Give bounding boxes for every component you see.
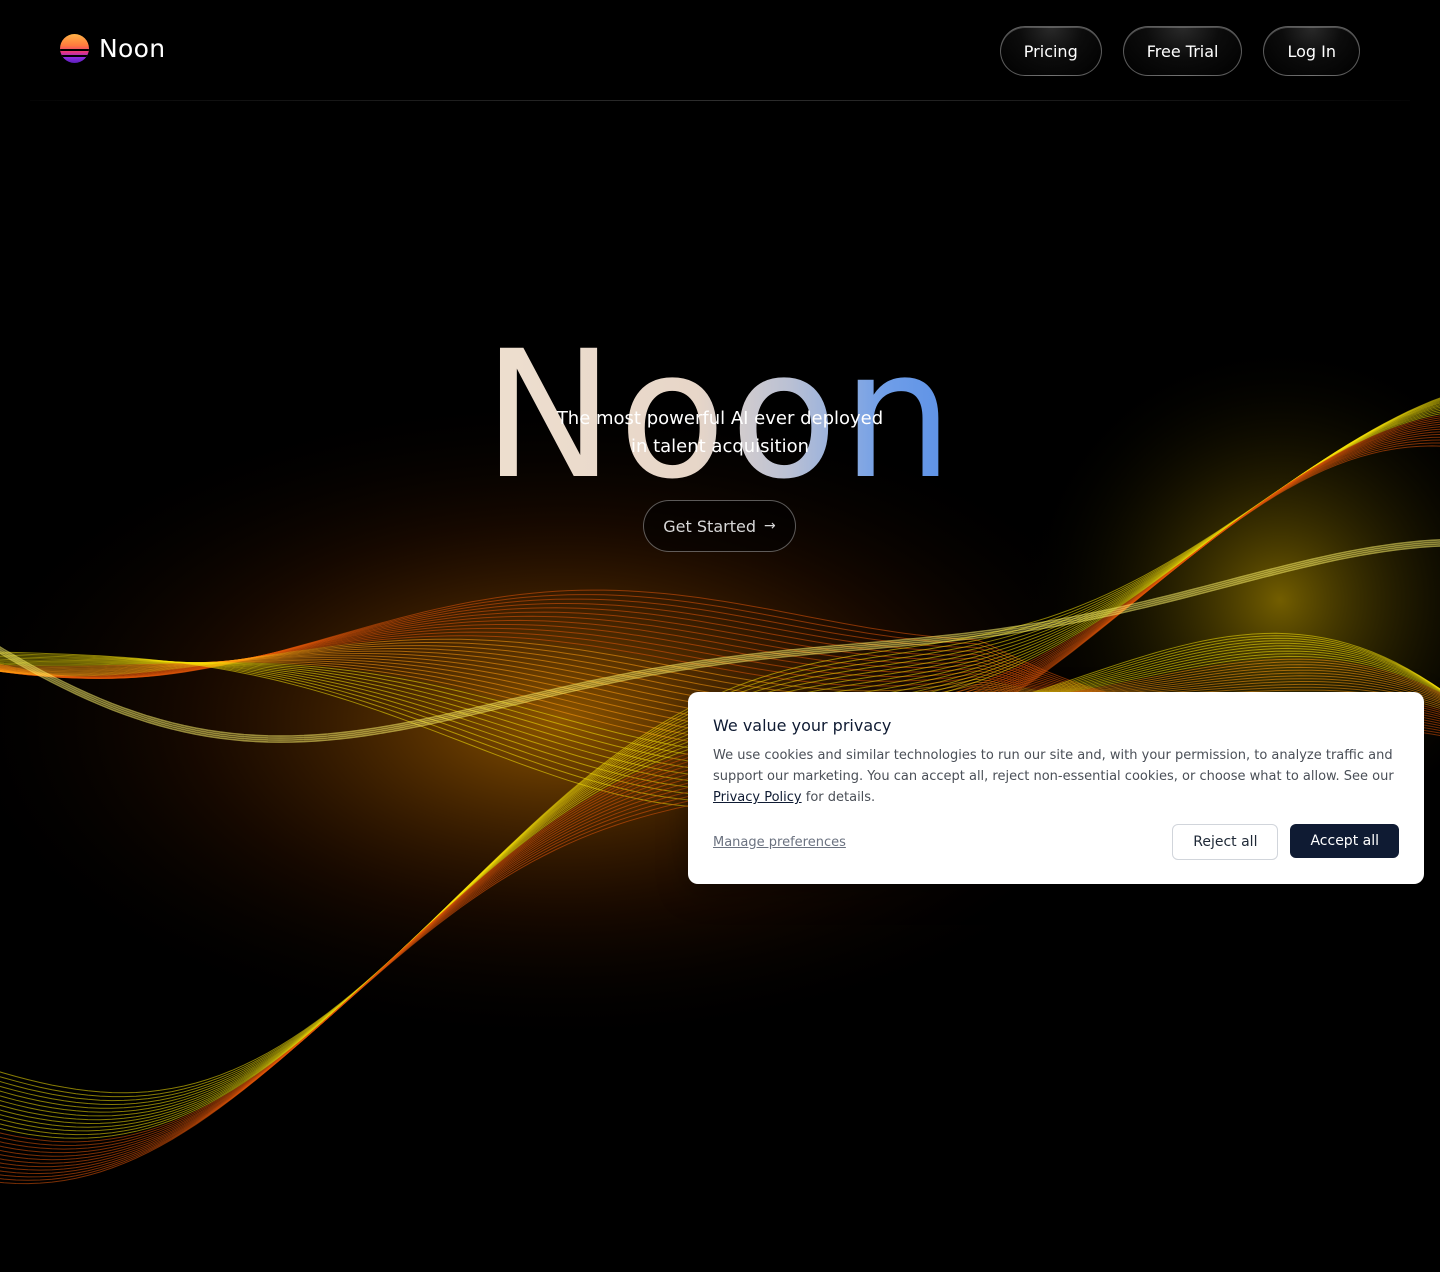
cookie-title: We value your privacy bbox=[713, 716, 892, 735]
hero-subtitle-line-1: The most powerful AI ever deployed bbox=[556, 408, 884, 429]
get-started-label: Get Started bbox=[663, 516, 756, 536]
privacy-policy-link[interactable]: Privacy Policy bbox=[713, 790, 802, 805]
top-nav: Pricing Free Trial Log In bbox=[999, 26, 1360, 76]
get-started-button[interactable]: Get Started → bbox=[643, 500, 796, 552]
hero-subtitle: The most powerful AI ever deployed in ta… bbox=[0, 405, 1440, 461]
cookie-description: We use cookies and similar technologies … bbox=[713, 745, 1399, 808]
arrow-right-icon: → bbox=[763, 518, 776, 534]
cookie-banner: We value your privacy We use cookies and… bbox=[688, 692, 1424, 884]
cookie-buttons: Reject all Accept all bbox=[1172, 824, 1399, 860]
brand-name: Noon bbox=[99, 34, 166, 63]
site-header: Noon Pricing Free Trial Log In bbox=[0, 0, 1440, 101]
accept-all-button[interactable]: Accept all bbox=[1290, 824, 1399, 858]
cookie-actions: Manage preferences Reject all Accept all bbox=[713, 824, 1399, 860]
cookie-text-end: for details. bbox=[801, 790, 876, 805]
hero-subtitle-line-2: in talent acquisition bbox=[630, 436, 810, 457]
brand[interactable]: Noon bbox=[60, 34, 165, 63]
header-divider bbox=[30, 100, 1410, 101]
manage-preferences-link[interactable]: Manage preferences bbox=[713, 835, 846, 850]
wave-background bbox=[0, 340, 1440, 1185]
landing-page: Noon Pricing Free Trial Log In Noon The … bbox=[0, 0, 1440, 1272]
pricing-button[interactable]: Pricing bbox=[999, 26, 1102, 76]
reject-all-button[interactable]: Reject all bbox=[1172, 824, 1279, 860]
login-button[interactable]: Log In bbox=[1263, 26, 1360, 76]
cookie-text-main: We use cookies and similar technologies … bbox=[713, 748, 1394, 784]
sun-logo-icon bbox=[60, 34, 89, 63]
free-trial-button[interactable]: Free Trial bbox=[1122, 26, 1243, 76]
